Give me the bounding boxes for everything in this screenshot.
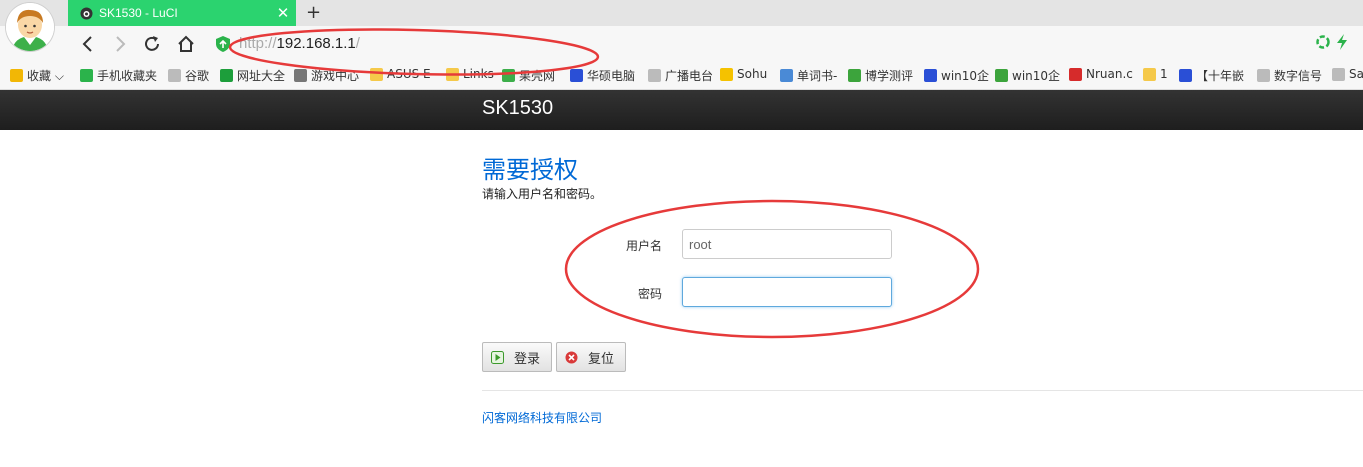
- bookmark-item[interactable]: 广播电台: [648, 67, 713, 84]
- page-icon: [1257, 69, 1270, 82]
- reset-button[interactable]: 复位: [556, 342, 626, 372]
- bookmark-item[interactable]: 果壳网: [502, 67, 555, 84]
- url-path: /: [355, 35, 360, 52]
- bookmark-item[interactable]: Links: [446, 67, 494, 81]
- home-icon[interactable]: [176, 33, 196, 55]
- avatar-icon: [6, 3, 54, 51]
- page-description: 请输入用户名和密码。: [482, 187, 603, 201]
- bookmark-label: ASUS E-: [387, 67, 435, 81]
- reset-icon: [565, 351, 578, 363]
- forward-icon[interactable]: [110, 33, 130, 55]
- paw-icon: [924, 69, 937, 82]
- bookmark-label: Nruan.c: [1086, 67, 1133, 81]
- bookmark-label: 谷歌: [185, 69, 210, 83]
- new-tab-button[interactable]: +: [306, 2, 321, 23]
- password-input[interactable]: [682, 277, 892, 307]
- bookmark-label: Links: [463, 67, 494, 81]
- bookmarks-bar: 收藏 ⌵ 手机收藏夹 谷歌 网址大全 游戏中心 ASUS E- Links 果壳网 华硕电脑 广播…: [0, 62, 1363, 90]
- bookmark-item[interactable]: win10企: [995, 67, 1060, 84]
- login-button-label: 登录: [514, 351, 541, 367]
- bookmark-item[interactable]: 手机收藏夹: [80, 67, 157, 84]
- form-annotation-ellipse: [564, 199, 980, 339]
- router-brand[interactable]: SK1530: [482, 97, 553, 120]
- bookmark-label: 【十年嵌: [1196, 69, 1245, 83]
- bookmark-item[interactable]: Sa: [1332, 67, 1363, 81]
- navigation-bar: http://192.168.1.1/: [0, 26, 1363, 62]
- bookmark-label: 网址大全: [237, 69, 286, 83]
- luci-favicon-icon: [80, 7, 93, 19]
- bookmark-label: 游戏中心: [311, 69, 360, 83]
- bookmark-label: 手机收藏夹: [97, 69, 158, 83]
- paw-icon: [570, 69, 583, 82]
- page-icon: [1332, 67, 1345, 81]
- bookmark-item[interactable]: 单词书-: [780, 67, 837, 84]
- lightning-extension-icon[interactable]: [1336, 34, 1348, 50]
- guokr-icon: [502, 69, 515, 82]
- folder-icon: [1143, 67, 1156, 81]
- bookmark-label: 单词书-: [797, 69, 838, 83]
- bookmark-label: 华硕电脑: [587, 69, 636, 83]
- recycle-extension-icon[interactable]: [1316, 35, 1330, 49]
- bookmark-label: win10企: [1012, 69, 1061, 83]
- star-icon: [10, 69, 23, 82]
- url-host: 192.168.1.1: [276, 35, 356, 52]
- bookmark-item[interactable]: Sohu: [720, 67, 767, 81]
- nav-icon: [220, 69, 233, 82]
- bookmark-item[interactable]: win10企: [924, 67, 989, 84]
- login-icon: [491, 350, 504, 364]
- tab-strip: SK1530 - LuCI ✕ +: [0, 0, 1363, 26]
- user-avatar[interactable]: [6, 3, 54, 51]
- bookmark-label: 广播电台: [665, 69, 714, 83]
- n-icon: [1069, 67, 1082, 81]
- bookmark-label: win10企: [941, 69, 990, 83]
- url-scheme: http://: [239, 35, 277, 52]
- bookmark-label: 数字信号: [1274, 69, 1323, 83]
- username-input[interactable]: [682, 229, 892, 259]
- username-label: 用户名: [625, 239, 662, 253]
- bookmark-label: 收藏 ⌵: [27, 69, 64, 83]
- bookmark-label: 果壳网: [519, 69, 556, 83]
- bookmark-item[interactable]: 网址大全: [220, 67, 285, 84]
- password-label: 密码: [637, 287, 662, 301]
- circle-icon: [848, 69, 861, 82]
- bookmark-item[interactable]: 【十年嵌: [1179, 67, 1244, 84]
- bookmark-item[interactable]: 收藏 ⌵: [10, 67, 64, 84]
- bookmark-item[interactable]: 数字信号: [1257, 67, 1322, 84]
- tab-close-icon[interactable]: ✕: [270, 4, 296, 22]
- back-icon[interactable]: [78, 33, 98, 55]
- folder-icon: [446, 67, 459, 81]
- page-icon: [648, 69, 661, 82]
- page-icon: [168, 69, 181, 82]
- address-bar[interactable]: http://192.168.1.1/: [212, 32, 1340, 56]
- footer-divider: [482, 390, 1363, 391]
- url-text: http://192.168.1.1/: [239, 35, 360, 52]
- bookmark-label: Sohu: [737, 67, 768, 81]
- bookmark-item[interactable]: 游戏中心: [294, 67, 359, 84]
- bookmark-item[interactable]: Nruan.c: [1069, 67, 1133, 81]
- folder-icon: [370, 67, 383, 81]
- bookmark-item[interactable]: 华硕电脑: [570, 67, 635, 84]
- paw-icon: [1179, 69, 1192, 82]
- bookmark-item[interactable]: ASUS E-: [370, 67, 435, 81]
- luci-header: SK1530: [0, 90, 1363, 130]
- reload-icon[interactable]: [142, 33, 162, 55]
- page-title: 需要授权: [482, 156, 578, 184]
- bookmark-label: Sa: [1349, 67, 1363, 81]
- leaf-icon: [995, 69, 1008, 82]
- bookmark-item[interactable]: 谷歌: [168, 67, 209, 84]
- login-button[interactable]: 登录: [482, 342, 552, 372]
- bookmark-label: 博学测评: [865, 69, 914, 83]
- bookmark-item[interactable]: 1: [1143, 67, 1168, 81]
- bookmark-item[interactable]: 博学测评: [848, 67, 913, 84]
- bookmark-label: 1: [1160, 67, 1168, 81]
- phone-icon: [80, 69, 93, 82]
- footer-link[interactable]: 闪客网络科技有限公司: [482, 409, 602, 426]
- sohu-icon: [720, 67, 733, 81]
- tab-title: SK1530 - LuCI: [99, 6, 178, 20]
- book-icon: [780, 69, 793, 82]
- reset-button-label: 复位: [588, 351, 615, 367]
- browser-tab[interactable]: SK1530 - LuCI ✕: [68, 0, 296, 26]
- gamepad-icon: [294, 69, 307, 82]
- security-shield-icon: [216, 36, 230, 52]
